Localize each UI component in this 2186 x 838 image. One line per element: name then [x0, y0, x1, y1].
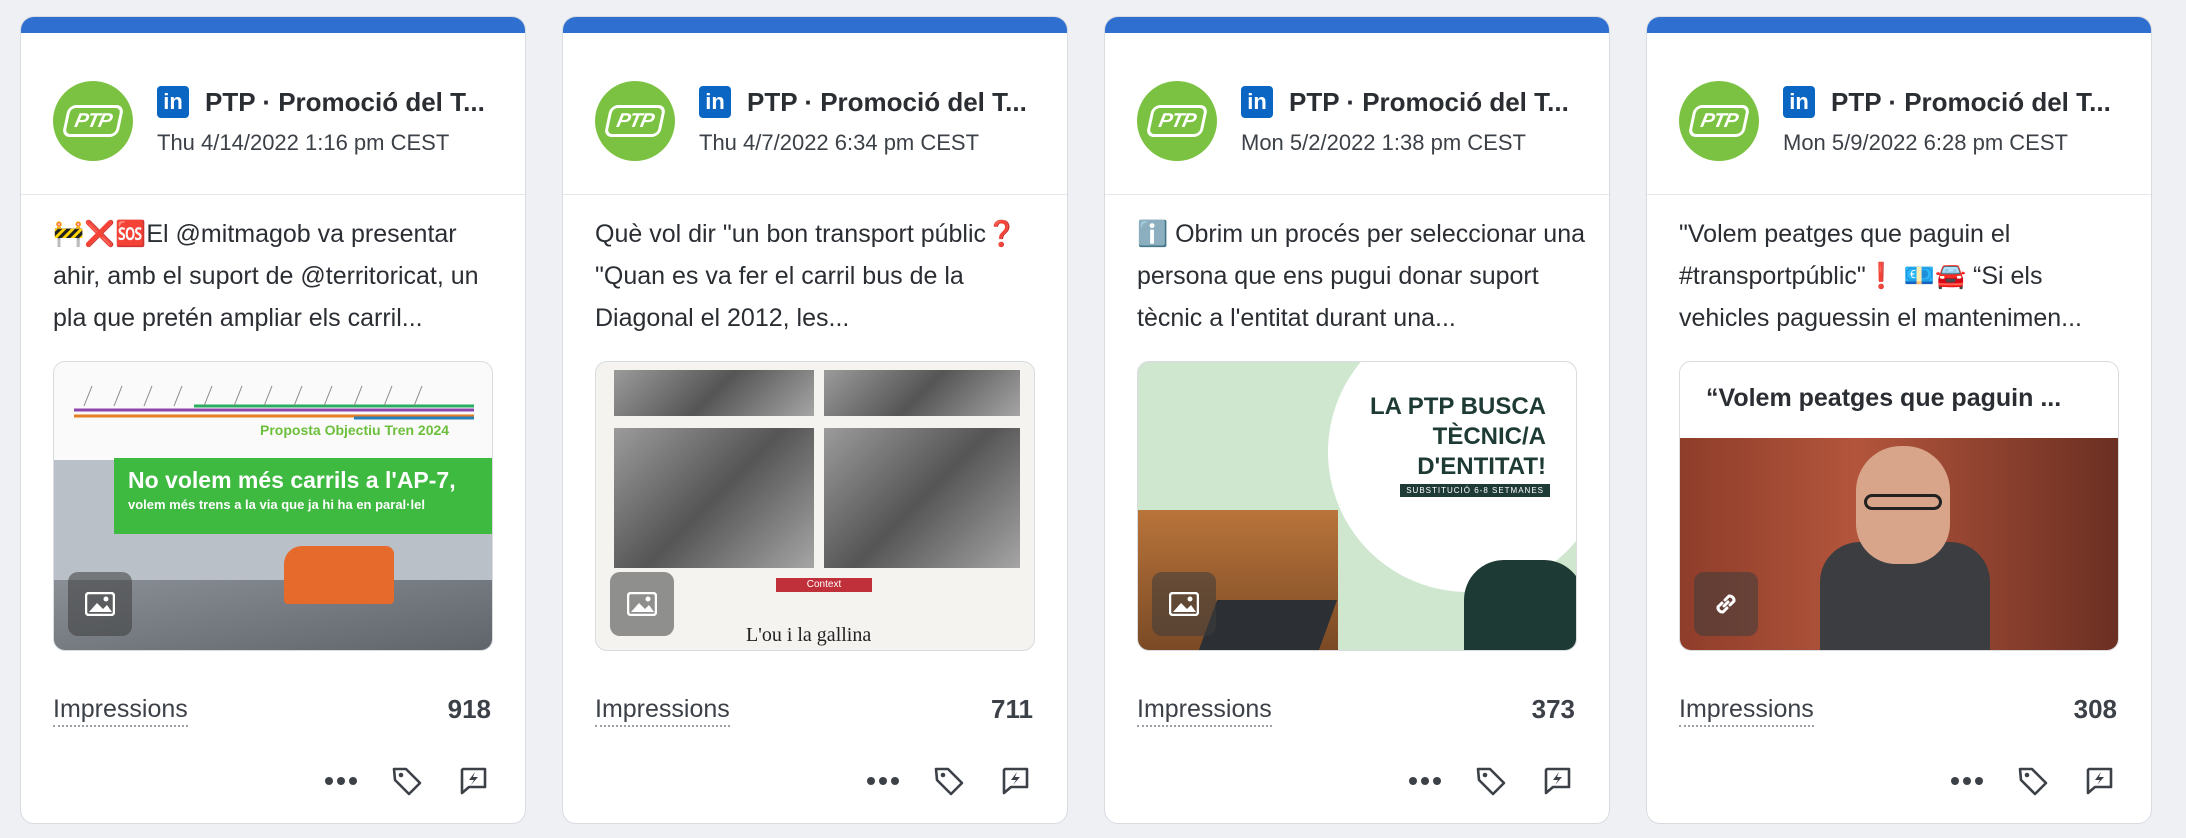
post-card[interactable]: PTP in PTP · Promoció del T... Thu 4/7/2… — [562, 16, 1068, 824]
linkedin-icon: in — [157, 86, 189, 118]
linkedin-icon: in — [699, 86, 731, 118]
linkedin-icon: in — [1783, 86, 1815, 118]
post-card[interactable]: PTP in PTP · Promoció del T... Mon 5/9/2… — [1646, 16, 2152, 824]
post-date: Mon 5/9/2022 6:28 pm CEST — [1783, 130, 2068, 155]
card-header: PTP in PTP · Promoció del T... Mon 5/9/2… — [1647, 33, 2151, 195]
avatar-logo-text: PTP — [1687, 105, 1751, 137]
boost-lightning-icon[interactable] — [2077, 759, 2121, 803]
image-icon — [610, 572, 674, 636]
image-title: LA PTP BUSCA TÈCNIC/A D'ENTITAT! — [1370, 392, 1546, 482]
card-accent-bar — [1647, 17, 2151, 33]
image-title-line: TÈCNIC/A — [1432, 423, 1546, 450]
impressions-label[interactable]: Impressions — [595, 693, 730, 727]
context-tag: Context — [776, 578, 872, 592]
card-accent-bar — [563, 17, 1067, 33]
impressions-value: 711 — [991, 694, 1033, 724]
impressions-label[interactable]: Impressions — [1679, 693, 1814, 727]
avatar[interactable]: PTP — [1679, 81, 1759, 161]
account-name[interactable]: PTP · Promoció del T... — [1831, 87, 2131, 118]
post-card[interactable]: PTP in PTP · Promoció del T... Mon 5/2/2… — [1104, 16, 1610, 824]
post-text: Què vol dir "un bon transport públic❓ "Q… — [595, 220, 1018, 332]
newspaper-photo — [824, 428, 1020, 568]
post-media-image[interactable]: Proposta Objectiu Tren 2024 No volem més… — [53, 361, 493, 651]
post-date: Thu 4/7/2022 6:34 pm CEST — [699, 130, 980, 155]
impressions-value: 308 — [2073, 694, 2117, 724]
post-card[interactable]: PTP in PTP · Promoció del T... Thu 4/14/… — [20, 16, 526, 824]
avatar[interactable]: PTP — [1137, 81, 1217, 161]
impressions-label[interactable]: Impressions — [1137, 693, 1272, 727]
more-horizontal-icon[interactable] — [1945, 759, 1989, 803]
link-icon — [1694, 572, 1758, 636]
card-actions — [1945, 759, 2121, 803]
hand-graphic — [1464, 560, 1576, 650]
laptop-photo — [1198, 600, 1338, 650]
more-horizontal-icon[interactable] — [861, 759, 905, 803]
banner-subtitle: volem més trens a la via que ja hi ha en… — [128, 497, 425, 512]
impressions-value: 373 — [1531, 694, 1575, 724]
more-horizontal-icon[interactable] — [319, 759, 363, 803]
post-text: "Volem peatges que paguin el #transportp… — [1679, 220, 2083, 332]
image-icon — [68, 572, 132, 636]
rail-lines-graphic — [74, 385, 474, 420]
tag-icon[interactable] — [2011, 759, 2055, 803]
boost-lightning-icon[interactable] — [451, 759, 495, 803]
impressions-label[interactable]: Impressions — [53, 693, 188, 727]
boost-lightning-icon[interactable] — [1535, 759, 1579, 803]
avatar[interactable]: PTP — [53, 81, 133, 161]
boost-lightning-icon[interactable] — [993, 759, 1037, 803]
avatar[interactable]: PTP — [595, 81, 675, 161]
card-header: PTP in PTP · Promoció del T... Mon 5/2/2… — [1105, 33, 1609, 195]
newspaper-headline: L'ou i la gallina — [746, 624, 872, 646]
card-actions — [319, 759, 495, 803]
post-media-link-preview[interactable]: “Volem peatges que paguin ... — [1679, 361, 2119, 651]
person-glasses — [1864, 494, 1942, 510]
card-header: PTP in PTP · Promoció del T... Thu 4/14/… — [21, 33, 525, 195]
account-name[interactable]: PTP · Promoció del T... — [205, 87, 505, 118]
post-text: 🚧❌🆘El @mitmagob va presentar ahir, amb e… — [53, 220, 479, 332]
account-name[interactable]: PTP · Promoció del T... — [747, 87, 1047, 118]
post-text: ℹ️ Obrim un procés per seleccionar una p… — [1137, 220, 1585, 332]
card-actions — [1403, 759, 1579, 803]
link-preview-title: “Volem peatges que paguin ... — [1706, 384, 2062, 412]
impressions-value: 918 — [447, 694, 491, 724]
post-media-image[interactable]: Context L'ou i la gallina — [595, 361, 1035, 651]
post-date: Thu 4/14/2022 1:16 pm CEST — [157, 130, 450, 155]
image-icon — [1152, 572, 1216, 636]
avatar-logo-text: PTP — [1145, 105, 1209, 137]
card-accent-bar — [1105, 17, 1609, 33]
post-media-image[interactable]: LA PTP BUSCA TÈCNIC/A D'ENTITAT! SUBSTIT… — [1137, 361, 1577, 651]
newspaper-photo — [824, 370, 1020, 416]
card-header: PTP in PTP · Promoció del T... Thu 4/7/2… — [563, 33, 1067, 195]
avatar-logo-text: PTP — [603, 105, 667, 137]
image-subtitle: SUBSTITUCIÓ 6-8 SETMANES — [1400, 484, 1550, 497]
proposal-caption: Proposta Objectiu Tren 2024 — [260, 422, 450, 438]
tag-icon[interactable] — [385, 759, 429, 803]
linkedin-icon: in — [1241, 86, 1273, 118]
avatar-logo-text: PTP — [61, 105, 125, 137]
more-horizontal-icon[interactable] — [1403, 759, 1447, 803]
image-title-line: LA PTP BUSCA — [1369, 393, 1546, 420]
tag-icon[interactable] — [927, 759, 971, 803]
card-actions — [861, 759, 1037, 803]
account-name[interactable]: PTP · Promoció del T... — [1289, 87, 1589, 118]
post-date: Mon 5/2/2022 1:38 pm CEST — [1241, 130, 1526, 155]
train-photo — [284, 546, 394, 604]
newspaper-photo — [614, 428, 814, 568]
post-grid: PTP in PTP · Promoció del T... Thu 4/14/… — [20, 16, 2152, 824]
banner-title: No volem més carrils a l'AP-7, — [128, 467, 456, 493]
card-accent-bar — [21, 17, 525, 33]
image-title-line: D'ENTITAT! — [1417, 453, 1546, 480]
image-banner: No volem més carrils a l'AP-7, volem més… — [114, 458, 492, 534]
tag-icon[interactable] — [1469, 759, 1513, 803]
newspaper-photo — [614, 370, 814, 416]
